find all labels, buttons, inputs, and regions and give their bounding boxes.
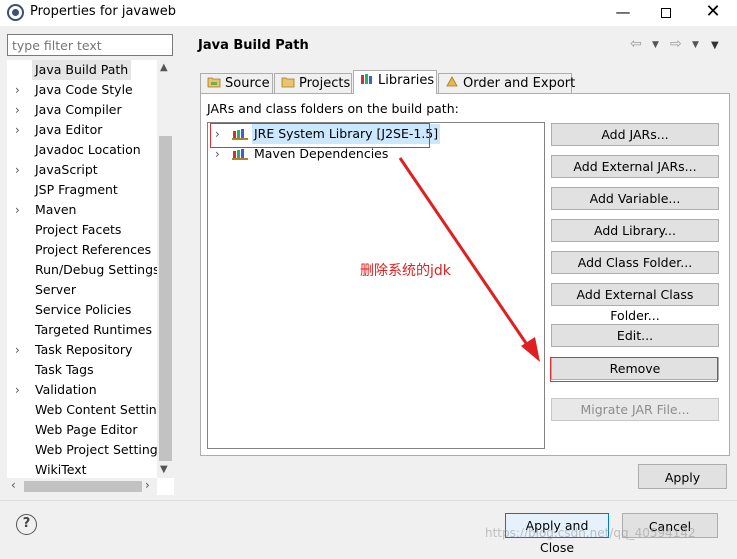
- annotation-text: 删除系统的jdk: [360, 263, 451, 279]
- tab-libraries[interactable]: Libraries: [353, 70, 437, 94]
- apply-button[interactable]: Apply: [638, 464, 727, 489]
- libraries-icon: [361, 74, 372, 84]
- tab-label: Libraries: [378, 73, 435, 88]
- footer-divider: [0, 500, 737, 501]
- watermark: https://blog.csdn.net/qq_40594142: [485, 526, 696, 540]
- help-icon[interactable]: ?: [16, 514, 37, 535]
